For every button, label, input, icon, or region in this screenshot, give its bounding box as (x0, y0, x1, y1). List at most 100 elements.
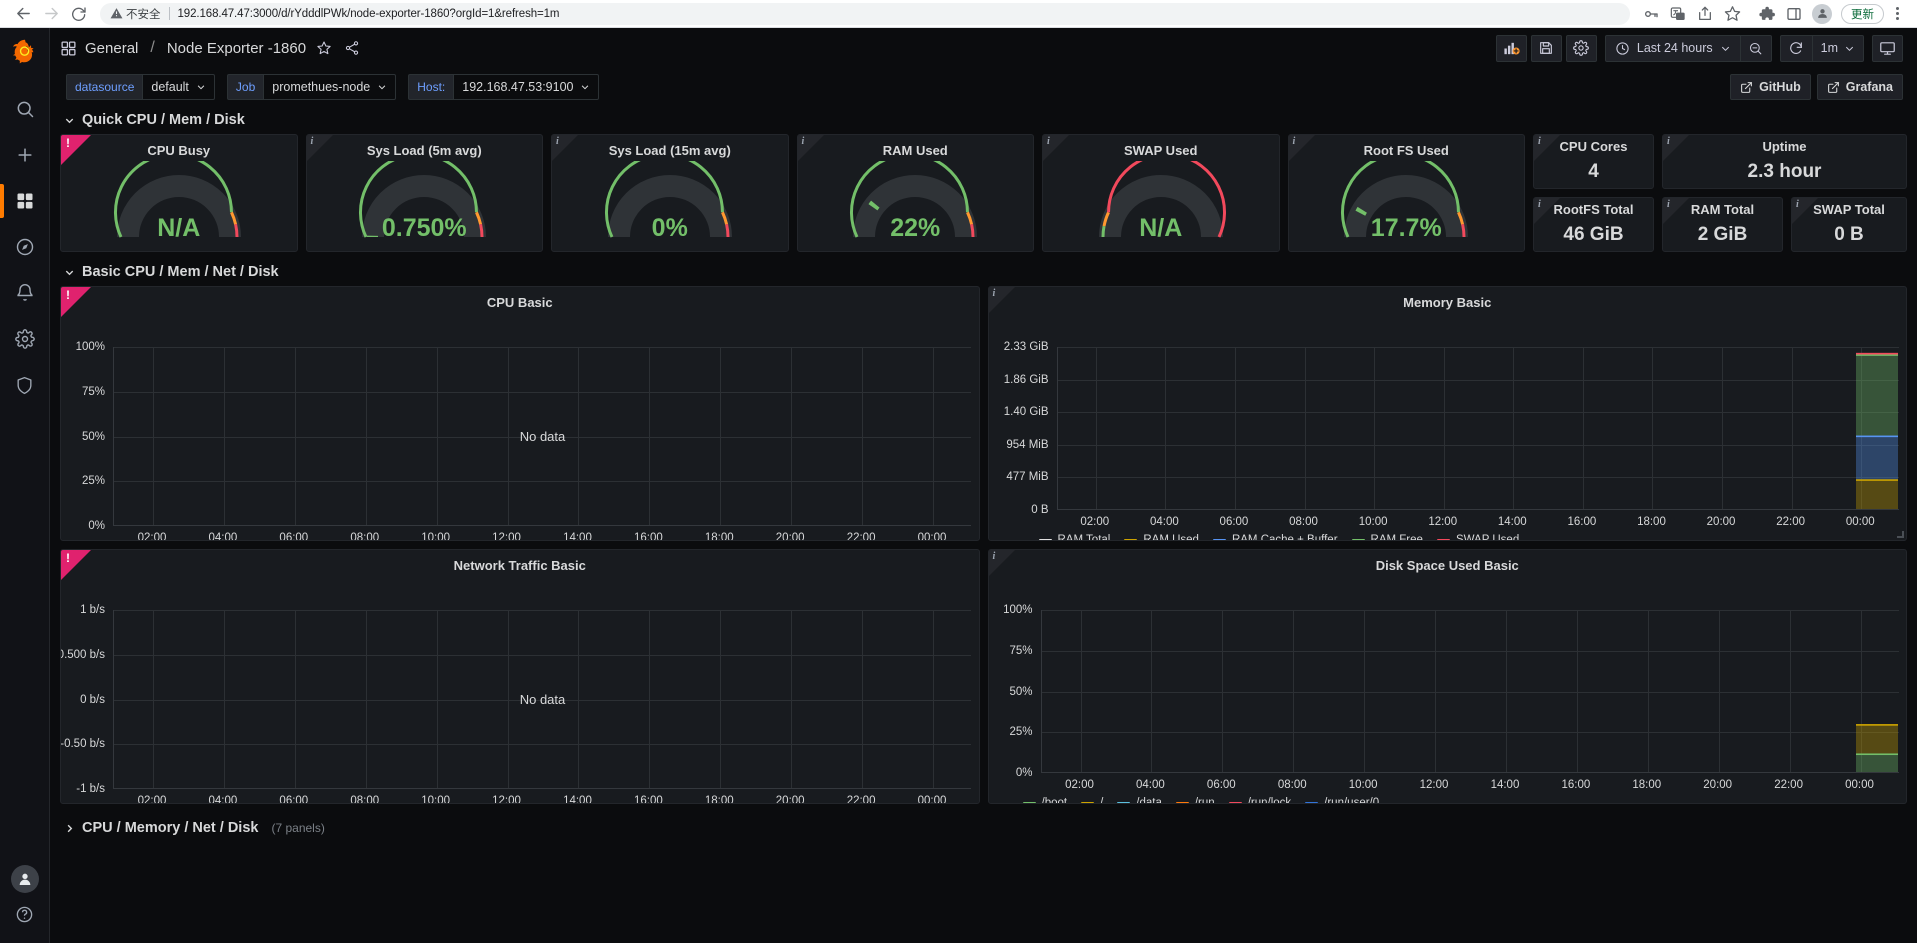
profile-avatar-icon[interactable] (1812, 3, 1832, 24)
gauge-panel-ram-used[interactable]: i RAM Used 22% (796, 134, 1034, 252)
dashboard-settings-button[interactable] (1565, 34, 1597, 62)
reload-icon[interactable] (66, 2, 92, 26)
panel-info-icon[interactable]: i (1538, 199, 1541, 210)
panel-resize-handle[interactable] (1897, 531, 1904, 538)
translate-icon[interactable] (1665, 2, 1691, 26)
legend-item[interactable]: RAM Cache + Buffer (1212, 534, 1338, 540)
row-header-basic[interactable]: Basic CPU / Mem / Net / Disk (60, 258, 1907, 286)
row-header-cpu-memory-net-disk[interactable]: CPU / Memory / Net / Disk (7 panels) (60, 814, 1907, 842)
address-bar[interactable]: 不安全 192.168.47.47:3000/d/rYdddlPWk/node-… (100, 2, 1630, 25)
variable-datasource[interactable]: datasource default (66, 74, 215, 100)
sidebar-item-search[interactable] (0, 86, 50, 132)
gauge-panel-cpu-busy[interactable]: ! CPU Busy N/A (60, 134, 298, 252)
browser-menu-icon[interactable] (1887, 2, 1907, 26)
gauge-visual: 17.7% (1289, 161, 1525, 249)
time-range-picker[interactable]: Last 24 hours (1604, 34, 1772, 62)
chevron-down-icon (197, 85, 205, 90)
variable-datasource-value[interactable]: default (142, 74, 215, 100)
plot-area[interactable]: No data (113, 610, 971, 789)
panel-info-icon[interactable]: i (1047, 136, 1050, 147)
grafana-logo-icon[interactable] (9, 36, 41, 68)
variable-host[interactable]: Host: 192.168.47.53:9100 (408, 74, 600, 100)
panel-info-icon[interactable]: i (311, 136, 314, 147)
forward-icon[interactable] (38, 2, 64, 26)
save-dashboard-button[interactable] (1530, 34, 1562, 62)
breadcrumb-dashboard-title[interactable]: Node Exporter -1860 (167, 40, 306, 57)
extensions-puzzle-icon[interactable] (1754, 2, 1780, 26)
sidebar-item-create[interactable] (0, 132, 50, 178)
stat-panel-swap-total[interactable]: i SWAP Total 0 B (1791, 197, 1907, 252)
graph-panel-cpu-basic[interactable]: ! CPU Basic 100% 75% 50% 25% 0% No data 02:00… (60, 286, 980, 541)
panel-alert-icon[interactable]: ! (66, 136, 70, 150)
legend-item[interactable]: / (1081, 797, 1103, 803)
legend-item[interactable]: /run/user/0 (1305, 797, 1379, 803)
legend-item[interactable]: /run/lock (1228, 797, 1291, 803)
dashboard-link-grafana[interactable]: Grafana (1816, 74, 1903, 100)
legend-item[interactable]: /data (1117, 797, 1162, 803)
panel-info-icon[interactable]: i (993, 288, 996, 299)
graph-panel-disk-space-used-basic[interactable]: i Disk Space Used Basic 100% 75% 50% 25% 0% 0… (987, 549, 1907, 804)
dashboard-link-github[interactable]: GitHub (1730, 74, 1811, 100)
legend-item[interactable]: RAM Total (1038, 534, 1110, 540)
bookmark-star-icon[interactable] (1719, 2, 1745, 26)
panel-info-icon[interactable]: i (1293, 136, 1296, 147)
sidebar-item-dashboards[interactable] (0, 178, 50, 224)
variable-job[interactable]: Job promethues-node (226, 74, 397, 100)
stat-panel-ram-total[interactable]: i RAM Total 2 GiB (1662, 197, 1783, 252)
graph-panel-network-traffic-basic[interactable]: ! Network Traffic Basic 1 b/s 0.500 b/s 0 b… (60, 549, 980, 804)
zoom-out-time-button[interactable] (1739, 35, 1771, 61)
sidebar-item-explore[interactable] (0, 224, 50, 270)
variable-host-value[interactable]: 192.168.47.53:9100 (453, 74, 600, 100)
plot-area[interactable]: No data (113, 347, 971, 526)
sidebar-item-configuration[interactable] (0, 316, 50, 362)
refresh-interval-picker[interactable]: 1m (1811, 35, 1863, 61)
sidebar-item-server-admin[interactable] (0, 362, 50, 408)
gauge-panel-root-fs-used[interactable]: i Root FS Used 17.7% (1287, 134, 1525, 252)
sidebar-user-avatar[interactable] (10, 865, 39, 893)
panel-info-icon[interactable]: i (802, 136, 805, 147)
variable-job-value[interactable]: promethues-node (263, 74, 397, 100)
security-warning[interactable]: 不安全 (110, 6, 161, 22)
panel-info-icon[interactable]: i (556, 136, 559, 147)
update-button[interactable]: 更新 (1841, 3, 1884, 24)
gauge-panel-sys-load-5m-avg[interactable]: i Sys Load (5m avg) 0.750% (305, 134, 543, 252)
favorite-star-icon[interactable] (314, 38, 334, 58)
panel-title: Sys Load (5m avg) (366, 142, 482, 158)
panel-info-icon[interactable]: i (1796, 199, 1799, 210)
gauge-panel-sys-load-15m-avg[interactable]: i Sys Load (15m avg) 0% (551, 134, 789, 252)
legend-swatch-icon (1351, 538, 1365, 540)
breadcrumb-folder[interactable]: General (85, 40, 138, 57)
refresh-controls[interactable]: 1m (1779, 34, 1864, 62)
share-dashboard-icon[interactable] (342, 38, 362, 58)
row-header-quick[interactable]: Quick CPU / Mem / Disk (60, 106, 1907, 134)
add-panel-button[interactable] (1495, 34, 1527, 62)
panel-alert-icon[interactable]: ! (66, 288, 70, 302)
panel-alert-icon[interactable]: ! (66, 551, 70, 565)
sidebar-item-help[interactable] (15, 905, 34, 929)
refresh-button[interactable] (1781, 36, 1812, 61)
series-area (1855, 724, 1898, 772)
panel-info-icon[interactable]: i (1538, 136, 1541, 147)
legend-item[interactable]: RAM Used (1124, 534, 1199, 540)
password-key-icon[interactable] (1638, 2, 1664, 26)
panel-info-icon[interactable]: i (1667, 199, 1670, 210)
sidebar-item-alerting[interactable] (0, 270, 50, 316)
legend-item[interactable]: RAM Free (1351, 534, 1423, 540)
graph-panel-memory-basic[interactable]: i Memory Basic 2.33 GiB 1.86 GiB 1.40 GiB 95… (987, 286, 1907, 541)
stat-panel-uptime[interactable]: i Uptime 2.3 hour (1662, 134, 1907, 189)
share-icon[interactable] (1692, 2, 1718, 26)
stat-panel-rootfs-total[interactable]: i RootFS Total 46 GiB (1533, 197, 1654, 252)
plot-area[interactable] (1056, 347, 1899, 510)
side-panel-icon[interactable] (1781, 2, 1807, 26)
legend-item[interactable]: SWAP Used (1436, 534, 1519, 540)
kiosk-mode-button[interactable] (1872, 34, 1903, 62)
back-icon[interactable] (10, 2, 36, 26)
legend-item[interactable]: /boot (1022, 797, 1067, 803)
stat-panel-cpu-cores[interactable]: i CPU Cores 4 (1533, 134, 1654, 189)
time-range-value[interactable]: Last 24 hours (1606, 36, 1740, 61)
legend-item[interactable]: /run (1175, 797, 1215, 803)
panel-info-icon[interactable]: i (993, 551, 996, 562)
panel-info-icon[interactable]: i (1667, 136, 1670, 147)
gauge-panel-swap-used[interactable]: i SWAP Used N/A (1042, 134, 1280, 252)
plot-area[interactable] (1040, 610, 1899, 773)
